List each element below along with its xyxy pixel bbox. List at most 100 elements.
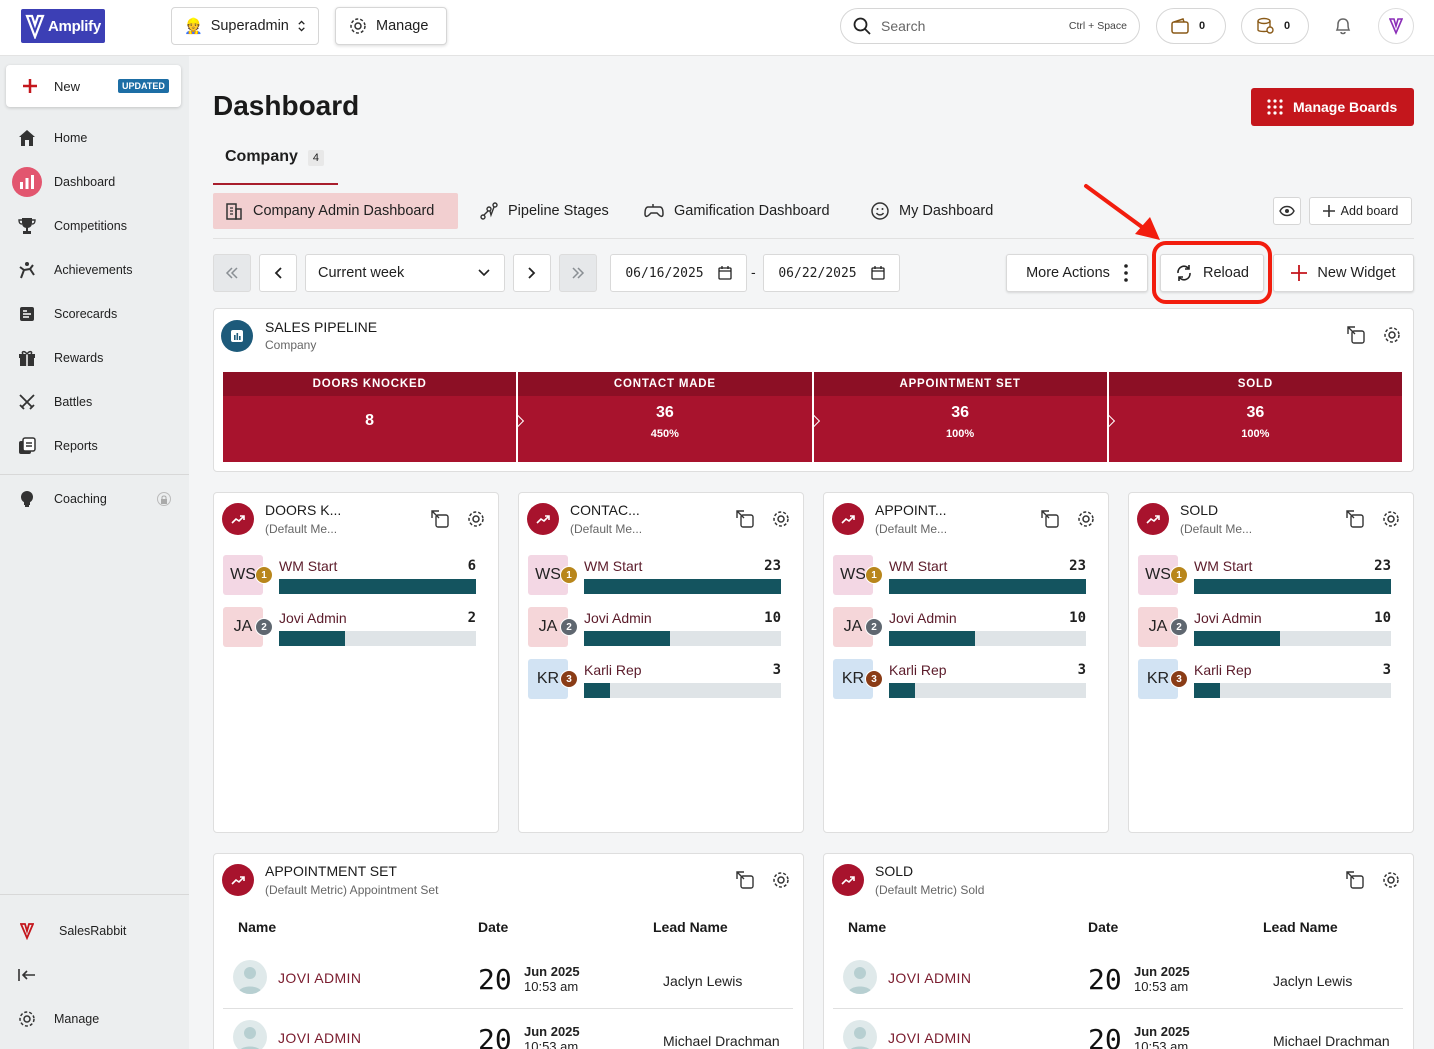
board-tab-gamification[interactable]: Gamification Dashboard bbox=[632, 193, 842, 229]
avatar-initials: WS bbox=[1145, 566, 1171, 583]
leaderboard-settings-button[interactable] bbox=[771, 509, 791, 529]
avatar-initials: WS bbox=[840, 566, 866, 583]
notifications-button[interactable] bbox=[1333, 16, 1353, 36]
leaderboard-value: 23 bbox=[1069, 558, 1086, 574]
wallet-counter[interactable]: 0 bbox=[1156, 8, 1226, 44]
first-period-button[interactable] bbox=[213, 254, 251, 292]
leaderboard-row[interactable]: JA 2 Jovi Admin 10 bbox=[528, 607, 781, 651]
role-selector[interactable]: 👷 Superadmin bbox=[171, 7, 319, 45]
leaderboard-title: DOORS K... bbox=[265, 502, 342, 518]
funnel-stage-value: 8 bbox=[365, 412, 375, 429]
org-switcher[interactable]: SalesRabbit bbox=[0, 913, 189, 949]
sidebar-item-battles[interactable]: Battles bbox=[0, 384, 189, 420]
last-period-button[interactable] bbox=[559, 254, 597, 292]
amplify-logo[interactable]: Amplify bbox=[21, 9, 105, 43]
rank-badge: 3 bbox=[865, 670, 883, 688]
sidebar-manage[interactable]: Manage bbox=[0, 1001, 189, 1037]
progress-fill bbox=[584, 579, 781, 594]
board-tab-company-admin[interactable]: Company Admin Dashboard bbox=[213, 193, 458, 229]
sidebar-divider bbox=[0, 894, 189, 895]
pipeline-fullscreen-button[interactable] bbox=[1346, 325, 1366, 345]
avatar-initials: KR bbox=[1146, 670, 1170, 687]
board-tab-pipeline-stages[interactable]: Pipeline Stages bbox=[468, 193, 621, 229]
leaderboard-fullscreen-button[interactable] bbox=[735, 509, 755, 529]
sidebar-item-scorecards[interactable]: Scorecards bbox=[0, 296, 189, 332]
funnel-stage-name: SOLD bbox=[1108, 372, 1402, 396]
progress-fill bbox=[1194, 579, 1391, 594]
progress-track bbox=[279, 579, 476, 594]
search-input[interactable]: Search Ctrl + Space bbox=[840, 8, 1140, 44]
leaderboard-row[interactable]: WS 1 WM Start 6 bbox=[223, 555, 476, 599]
leaderboard-settings-button[interactable] bbox=[1381, 509, 1401, 529]
avatar-initials: JA bbox=[843, 618, 863, 635]
sidebar-item-competitions[interactable]: Competitions bbox=[0, 208, 189, 244]
leaderboard-title: APPOINT... bbox=[875, 502, 947, 518]
user-avatar[interactable] bbox=[1378, 8, 1414, 44]
leaderboard-name: Karli Rep bbox=[889, 662, 947, 678]
start-date-input[interactable]: 06/16/2025 bbox=[610, 254, 747, 292]
previous-period-button[interactable] bbox=[259, 254, 297, 292]
rank-badge: 3 bbox=[560, 670, 578, 688]
new-button[interactable]: New UPDATED bbox=[6, 65, 181, 107]
pipeline-settings-button[interactable] bbox=[1382, 325, 1402, 345]
rank-badge: 1 bbox=[1170, 566, 1188, 584]
gamepad-icon bbox=[644, 204, 664, 218]
more-actions-button[interactable]: More Actions bbox=[1006, 254, 1148, 292]
leaderboard-row[interactable]: WS 1 WM Start 23 bbox=[833, 555, 1086, 599]
leaderboard-row[interactable]: KR 3 Karli Rep 3 bbox=[1138, 659, 1391, 703]
manage-button[interactable]: Manage bbox=[335, 7, 447, 45]
rank-badge: 2 bbox=[865, 618, 883, 636]
expand-icon bbox=[1347, 326, 1365, 344]
pipeline-icon bbox=[480, 202, 498, 220]
add-board-button[interactable]: Add board bbox=[1309, 197, 1412, 225]
sidebar-item-achievements[interactable]: Achievements bbox=[0, 252, 189, 288]
funnel-stage[interactable]: APPOINTMENT SET 36 100% bbox=[813, 372, 1115, 462]
collapse-sidebar-button[interactable] bbox=[0, 957, 189, 993]
sidebar-item-reports[interactable]: Reports bbox=[0, 428, 189, 464]
leaderboard-fullscreen-button[interactable] bbox=[1040, 509, 1060, 529]
funnel-stage[interactable]: CONTACT MADE 36 450% bbox=[518, 372, 820, 462]
table-fullscreen-button[interactable] bbox=[735, 870, 755, 890]
page-title: Dashboard bbox=[213, 90, 360, 121]
leaderboard-settings-button[interactable] bbox=[1076, 509, 1096, 529]
sidebar-item-home[interactable]: Home bbox=[0, 120, 189, 156]
funnel-stage-value: 36 bbox=[655, 404, 674, 421]
leaderboard-row[interactable]: JA 2 Jovi Admin 10 bbox=[1138, 607, 1391, 651]
manage-boards-button[interactable]: Manage Boards bbox=[1251, 88, 1414, 126]
trend-icon bbox=[527, 503, 559, 535]
table-settings-button[interactable] bbox=[1381, 870, 1401, 890]
progress-track bbox=[889, 683, 1086, 698]
leaderboard-row[interactable]: JA 2 Jovi Admin 10 bbox=[833, 607, 1086, 651]
leaderboard-name: WM Start bbox=[1194, 558, 1253, 574]
leaderboard-row[interactable]: KR 3 Karli Rep 3 bbox=[833, 659, 1086, 703]
leaderboard-fullscreen-button[interactable] bbox=[1345, 509, 1365, 529]
leaderboard-row[interactable]: WS 1 WM Start 23 bbox=[528, 555, 781, 599]
sidebar-item-coaching[interactable]: Coaching bbox=[0, 481, 189, 517]
leaderboard-row[interactable]: JA 2 Jovi Admin 2 bbox=[223, 607, 476, 651]
sidebar-item-rewards[interactable]: Rewards bbox=[0, 340, 189, 376]
new-widget-button[interactable]: New Widget bbox=[1273, 254, 1414, 292]
table-settings-button[interactable] bbox=[771, 870, 791, 890]
leaderboard-settings-button[interactable] bbox=[466, 509, 486, 529]
funnel-stage[interactable]: SOLD 36 100% bbox=[1108, 372, 1402, 462]
coins-counter[interactable]: 0 bbox=[1241, 8, 1309, 44]
table-fullscreen-button[interactable] bbox=[1345, 870, 1365, 890]
leaderboard-row[interactable]: WS 1 WM Start 23 bbox=[1138, 555, 1391, 599]
progress-fill bbox=[279, 631, 345, 646]
toggle-visibility-button[interactable] bbox=[1273, 197, 1301, 225]
leaderboard-fullscreen-button[interactable] bbox=[430, 509, 450, 529]
funnel-stage[interactable]: DOORS KNOCKED 8 bbox=[223, 372, 525, 462]
period-select[interactable]: Current week bbox=[305, 254, 505, 292]
building-icon bbox=[226, 203, 242, 220]
chevron-down-icon bbox=[478, 269, 490, 277]
next-period-button[interactable] bbox=[513, 254, 551, 292]
leaderboard-row[interactable]: KR 3 Karli Rep 3 bbox=[528, 659, 781, 703]
end-date-input[interactable]: 06/22/2025 bbox=[763, 254, 900, 292]
sidebar-item-dashboard[interactable]: Dashboard bbox=[0, 164, 189, 200]
sidebar-item-label: Reports bbox=[54, 439, 98, 453]
progress-fill bbox=[279, 579, 476, 594]
pipeline-funnel: DOORS KNOCKED 8 CONTACT MADE 36 450% APP… bbox=[223, 372, 1402, 462]
leaderboard-value: 3 bbox=[772, 662, 781, 678]
tab-company[interactable]: Company 4 bbox=[213, 148, 338, 185]
board-tab-my-dashboard[interactable]: My Dashboard bbox=[859, 193, 1005, 229]
